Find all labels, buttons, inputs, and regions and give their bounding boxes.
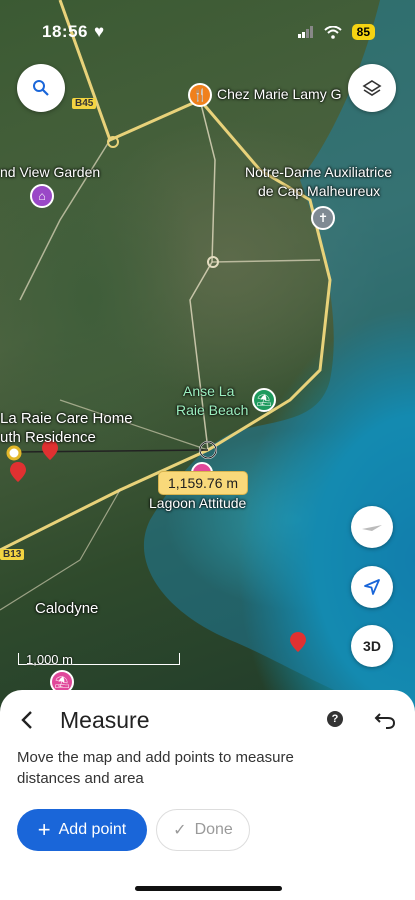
sheet-title: Measure bbox=[60, 707, 150, 733]
place-label-view-garden[interactable]: nd View Garden bbox=[0, 164, 100, 180]
compass-icon bbox=[362, 525, 382, 531]
church-pin-icon[interactable]: ✝ bbox=[311, 206, 335, 230]
wifi-icon bbox=[323, 25, 342, 39]
search-button[interactable] bbox=[17, 64, 65, 112]
road-badge-b45: B45 bbox=[72, 98, 97, 109]
add-point-button[interactable]: + Add point bbox=[17, 809, 147, 851]
restaurant-pin-icon[interactable]: 🍴 bbox=[188, 83, 212, 107]
place-label-lagoon-attitude[interactable]: Lagoon Attitude bbox=[149, 495, 246, 511]
navigation-arrow-icon bbox=[364, 579, 380, 595]
signal-icon bbox=[297, 26, 313, 38]
layers-button[interactable] bbox=[348, 64, 396, 112]
measure-sheet: Measure ? Move the map and add points to… bbox=[0, 690, 415, 900]
done-label: Done bbox=[194, 821, 233, 838]
garden-pin-icon[interactable]: ⌂ bbox=[30, 184, 54, 208]
place-label-anse-la[interactable]: Anse La bbox=[183, 383, 234, 399]
search-icon bbox=[33, 80, 49, 96]
place-label-cap-malheureux[interactable]: de Cap Malheureux bbox=[258, 183, 380, 199]
add-point-label: Add point bbox=[58, 821, 127, 838]
map-view[interactable]: 18:56 ♥ 85 🍴 Chez Marie Lamy G B45 nd Vi… bbox=[0, 0, 415, 720]
help-icon[interactable]: ? bbox=[327, 711, 343, 727]
compass-button[interactable] bbox=[351, 506, 393, 548]
place-label-notre-dame[interactable]: Notre-Dame Auxiliatrice bbox=[245, 164, 392, 180]
check-icon: ✓ bbox=[173, 822, 187, 839]
status-indicators: 85 bbox=[297, 24, 375, 40]
place-label-chez-marie[interactable]: Chez Marie Lamy G bbox=[217, 86, 341, 102]
battery-indicator: 85 bbox=[351, 24, 375, 40]
place-label-calodyne[interactable]: Calodyne bbox=[35, 600, 98, 617]
beach-pin-icon[interactable]: ⛱ bbox=[252, 388, 276, 412]
time-text: 18:56 bbox=[42, 22, 88, 41]
home-indicator[interactable] bbox=[135, 886, 282, 891]
place-label-residence[interactable]: uth Residence bbox=[0, 429, 96, 446]
sheet-description: Move the map and add points to measure d… bbox=[17, 749, 294, 787]
measure-distance-label: 1,159.76 m bbox=[158, 471, 249, 495]
chevron-left-icon[interactable] bbox=[14, 706, 42, 734]
place-label-care-home[interactable]: La Raie Care Home bbox=[0, 410, 133, 427]
place-label-raie-beach[interactable]: Raie Beach bbox=[176, 402, 248, 418]
done-button[interactable]: ✓ Done bbox=[156, 809, 250, 851]
layers-icon bbox=[362, 80, 382, 96]
my-location-button[interactable] bbox=[351, 566, 393, 608]
heart-icon: ♥ bbox=[93, 22, 105, 41]
plus-icon: + bbox=[37, 817, 51, 842]
map-scale-label: 1,000 m bbox=[26, 652, 73, 667]
undo-icon[interactable] bbox=[373, 707, 397, 731]
road-badge-b13: B13 bbox=[0, 549, 25, 560]
3d-toggle-button[interactable]: 3D bbox=[351, 625, 393, 667]
status-time: 18:56 ♥ bbox=[42, 22, 105, 42]
